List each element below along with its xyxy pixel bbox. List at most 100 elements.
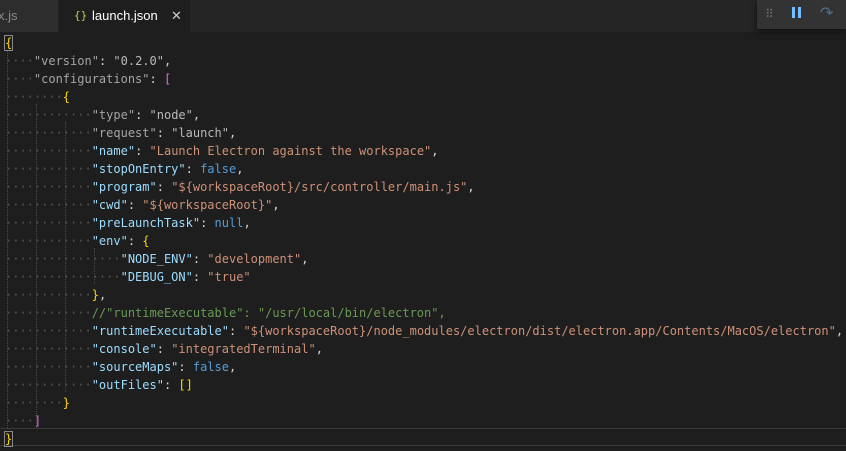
whitespace-marker: ············: [5, 306, 92, 320]
code-token: ,: [835, 324, 844, 338]
whitespace-marker: ················: [5, 270, 121, 284]
code-token: "stopOnEntry": [91, 162, 186, 176]
code-token: "runtimeExecutable": [91, 324, 229, 338]
code-token: :: [192, 270, 208, 284]
code-token: :: [178, 360, 193, 374]
code-token: {: [3, 35, 14, 51]
code-token: {: [142, 234, 150, 248]
code-token: ,: [243, 216, 251, 230]
code-token: }: [3, 431, 14, 447]
code-token: "name": [91, 144, 136, 158]
code-line: {: [3, 34, 14, 52]
code-token: "program": [91, 180, 157, 194]
code-token: "${workspaceRoot}": [142, 198, 273, 212]
code-token: "integratedTerminal": [171, 342, 316, 356]
code-token: "cwd": [91, 198, 128, 212]
code-token: "true": [207, 270, 251, 284]
whitespace-marker: ····: [5, 54, 34, 68]
code-token: :: [135, 108, 150, 122]
code-token: ,: [315, 342, 323, 356]
whitespace-marker: ············: [5, 324, 92, 338]
step-over-icon[interactable]: ↷: [820, 3, 833, 23]
code-token: ,: [467, 180, 475, 194]
code-token: "env": [91, 234, 128, 248]
whitespace-marker: ········: [5, 396, 63, 410]
code-token: :: [192, 252, 208, 266]
code-token: :: [127, 234, 143, 248]
code-line: }: [3, 430, 14, 448]
code-token: ,: [228, 360, 237, 374]
code-token: ,: [98, 288, 107, 302]
code-line: ············"console": "integratedTermin…: [5, 340, 323, 358]
code-line: ············"cwd": "${workspaceRoot}",: [5, 196, 280, 214]
code-token: null: [214, 216, 244, 230]
code-token: []: [178, 378, 193, 392]
code-editor[interactable]: {····"version": "0.2.0", ····"configurati…: [0, 32, 846, 451]
whitespace-marker: ············: [5, 144, 92, 158]
code-token: "launch": [171, 126, 229, 140]
tab-launch-json[interactable]: {} launch.json ✕: [58, 0, 190, 32]
whitespace-marker: ····: [5, 72, 34, 86]
code-token: :: [127, 198, 143, 212]
code-token: ,: [301, 252, 309, 266]
code-line: ····"configurations": [: [5, 70, 171, 88]
code-line: ············"runtimeExecutable": "${work…: [5, 322, 843, 340]
code-token: ,: [228, 126, 237, 140]
whitespace-marker: ············: [5, 216, 92, 230]
code-line: ················"NODE_ENV": "development…: [5, 250, 308, 268]
code-line: ····]: [5, 412, 41, 430]
code-token: ,: [431, 144, 439, 158]
code-line: ············"type": "node",: [5, 106, 200, 124]
code-token: :: [98, 54, 114, 68]
tab-bar: x.js {} launch.json ✕: [0, 0, 846, 32]
pause-icon[interactable]: [790, 6, 804, 20]
code-token: "preLaunchTask": [91, 216, 201, 230]
whitespace-marker: ············: [5, 342, 92, 356]
code-line: ············"request": "launch",: [5, 124, 236, 142]
code-line: ············"env": {: [5, 232, 150, 250]
code-token: "configurations": [33, 72, 150, 86]
code-token: }: [91, 288, 99, 302]
code-token: "node": [149, 108, 193, 122]
code-token: ,: [236, 162, 244, 176]
whitespace-marker: ····: [5, 414, 34, 428]
code-line: ················"DEBUG_ON": "true": [5, 268, 251, 286]
code-token: ,: [163, 54, 172, 68]
code-token: }: [62, 396, 71, 410]
whitespace-marker: ············: [5, 234, 92, 248]
close-icon[interactable]: ✕: [171, 0, 182, 32]
code-token: false: [192, 360, 229, 374]
code-token: :: [163, 378, 179, 392]
tab-label: launch.json: [92, 8, 158, 23]
drag-handle-icon[interactable]: ⠿: [765, 7, 774, 21]
whitespace-marker: ············: [5, 162, 92, 176]
code-token: :: [200, 216, 215, 230]
code-token: :: [228, 324, 244, 338]
code-token: "type": [91, 108, 136, 122]
code-line: ············"outFiles": []: [5, 376, 193, 394]
code-token: "${workspaceRoot}/node_modules/electron/…: [243, 324, 836, 338]
code-line: ············},: [5, 286, 106, 304]
code-token: ,: [192, 108, 201, 122]
code-line: ············"stopOnEntry": false,: [5, 160, 243, 178]
code-token: false: [200, 162, 237, 176]
tab-label: x.js: [0, 8, 18, 23]
code-token: //"runtimeExecutable": "/usr/local/bin/e…: [91, 306, 446, 320]
code-line: ············"name": "Launch Electron aga…: [5, 142, 439, 160]
code-token: :: [156, 342, 172, 356]
code-token: :: [149, 72, 164, 86]
whitespace-marker: ············: [5, 198, 92, 212]
code-token: "version": [33, 54, 99, 68]
whitespace-marker: ············: [5, 126, 92, 140]
code-token: "outFiles": [91, 378, 164, 392]
code-token: "request": [91, 126, 157, 140]
whitespace-marker: ············: [5, 180, 92, 194]
code-line: ············//"runtimeExecutable": "/usr…: [5, 304, 446, 322]
code-token: :: [135, 144, 150, 158]
tab-previous-file[interactable]: x.js: [0, 0, 58, 32]
json-file-icon: {}: [74, 9, 88, 22]
code-token: "NODE_ENV": [120, 252, 193, 266]
code-token: "DEBUG_ON": [120, 270, 193, 284]
code-token: :: [185, 162, 201, 176]
code-token: {: [62, 90, 71, 104]
